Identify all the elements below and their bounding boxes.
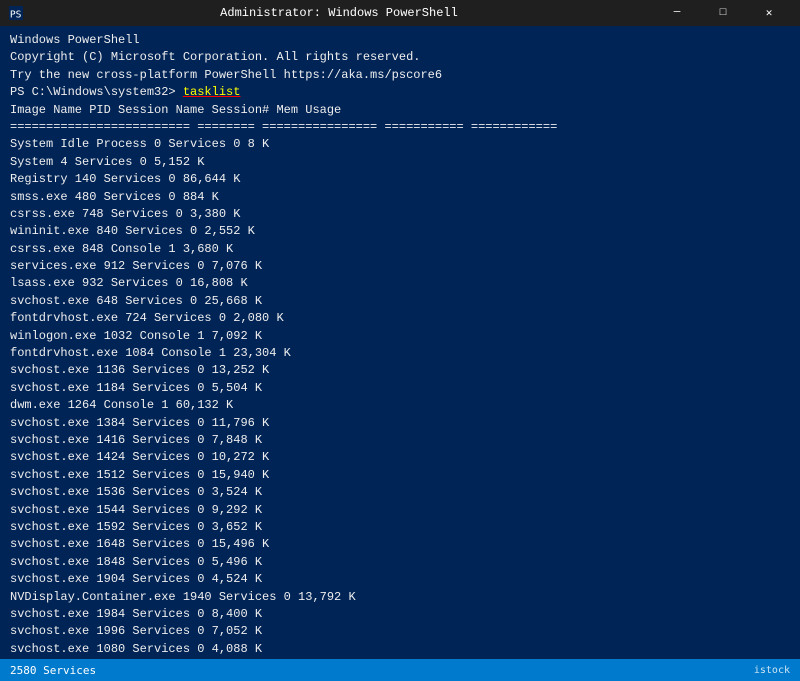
- table-row: svchost.exe 1544 Services 0 9,292 K: [10, 502, 790, 519]
- table-row: svchost.exe 648 Services 0 25,668 K: [10, 293, 790, 310]
- table-row: svchost.exe 1848 Services 0 5,496 K: [10, 554, 790, 571]
- table-row: smss.exe 480 Services 0 884 K: [10, 189, 790, 206]
- intro-line: Windows PowerShell: [10, 32, 790, 49]
- table-row: Registry 140 Services 0 86,644 K: [10, 171, 790, 188]
- table-row: winlogon.exe 1032 Console 1 7,092 K: [10, 328, 790, 345]
- maximize-button[interactable]: □: [700, 0, 746, 26]
- titlebar-buttons: ─ □ ✕: [654, 0, 792, 26]
- table-row: lsass.exe 932 Services 0 16,808 K: [10, 275, 790, 292]
- close-button[interactable]: ✕: [746, 0, 792, 26]
- table-row: svchost.exe 1416 Services 0 7,848 K: [10, 432, 790, 449]
- table-row: svchost.exe 1424 Services 0 10,272 K: [10, 449, 790, 466]
- table-row: svchost.exe 1648 Services 0 15,496 K: [10, 536, 790, 553]
- svg-text:PS: PS: [10, 9, 22, 20]
- table-row: fontdrvhost.exe 1084 Console 1 23,304 K: [10, 345, 790, 362]
- prompt-line: PS C:\Windows\system32> tasklist: [10, 84, 790, 101]
- intro-line: Copyright (C) Microsoft Corporation. All…: [10, 49, 790, 66]
- table-separator: ========================= ======== =====…: [10, 119, 790, 136]
- table-row: svchost.exe 1536 Services 0 3,524 K: [10, 484, 790, 501]
- table-row: wininit.exe 840 Services 0 2,552 K: [10, 223, 790, 240]
- terminal-output: Windows PowerShellCopyright (C) Microsof…: [0, 26, 800, 659]
- titlebar-icon: PS: [8, 5, 24, 21]
- minimize-button[interactable]: ─: [654, 0, 700, 26]
- table-row: svchost.exe 1904 Services 0 4,524 K: [10, 571, 790, 588]
- prompt-text: PS C:\Windows\system32>: [10, 85, 183, 99]
- table-header: Image Name PID Session Name Session# Mem…: [10, 102, 790, 119]
- table-row: svchost.exe 1080 Services 0 4,088 K: [10, 641, 790, 658]
- command-text: tasklist: [183, 85, 241, 99]
- table-row: svchost.exe 1136 Services 0 13,252 K: [10, 362, 790, 379]
- table-row: svchost.exe 1184 Services 0 5,504 K: [10, 380, 790, 397]
- table-row: svchost.exe 1996 Services 0 7,052 K: [10, 623, 790, 640]
- statusbar-item1: 2580 Services: [10, 664, 96, 677]
- table-row: svchost.exe 1384 Services 0 11,796 K: [10, 415, 790, 432]
- statusbar: 2580 Services istock: [0, 659, 800, 681]
- statusbar-watermark: istock: [754, 665, 790, 676]
- table-row: fontdrvhost.exe 724 Services 0 2,080 K: [10, 310, 790, 327]
- table-row: csrss.exe 748 Services 0 3,380 K: [10, 206, 790, 223]
- table-row: System Idle Process 0 Services 0 8 K: [10, 136, 790, 153]
- table-row: NVDisplay.Container.exe 1940 Services 0 …: [10, 589, 790, 606]
- table-row: System 4 Services 0 5,152 K: [10, 154, 790, 171]
- table-row: svchost.exe 1592 Services 0 3,652 K: [10, 519, 790, 536]
- titlebar-title: Administrator: Windows PowerShell: [30, 6, 648, 20]
- titlebar: PS Administrator: Windows PowerShell ─ □…: [0, 0, 800, 26]
- table-row: csrss.exe 848 Console 1 3,680 K: [10, 241, 790, 258]
- intro-line: Try the new cross-platform PowerShell ht…: [10, 67, 790, 84]
- table-row: svchost.exe 1512 Services 0 15,940 K: [10, 467, 790, 484]
- table-row: dwm.exe 1264 Console 1 60,132 K: [10, 397, 790, 414]
- table-row: services.exe 912 Services 0 7,076 K: [10, 258, 790, 275]
- table-row: svchost.exe 1984 Services 0 8,400 K: [10, 606, 790, 623]
